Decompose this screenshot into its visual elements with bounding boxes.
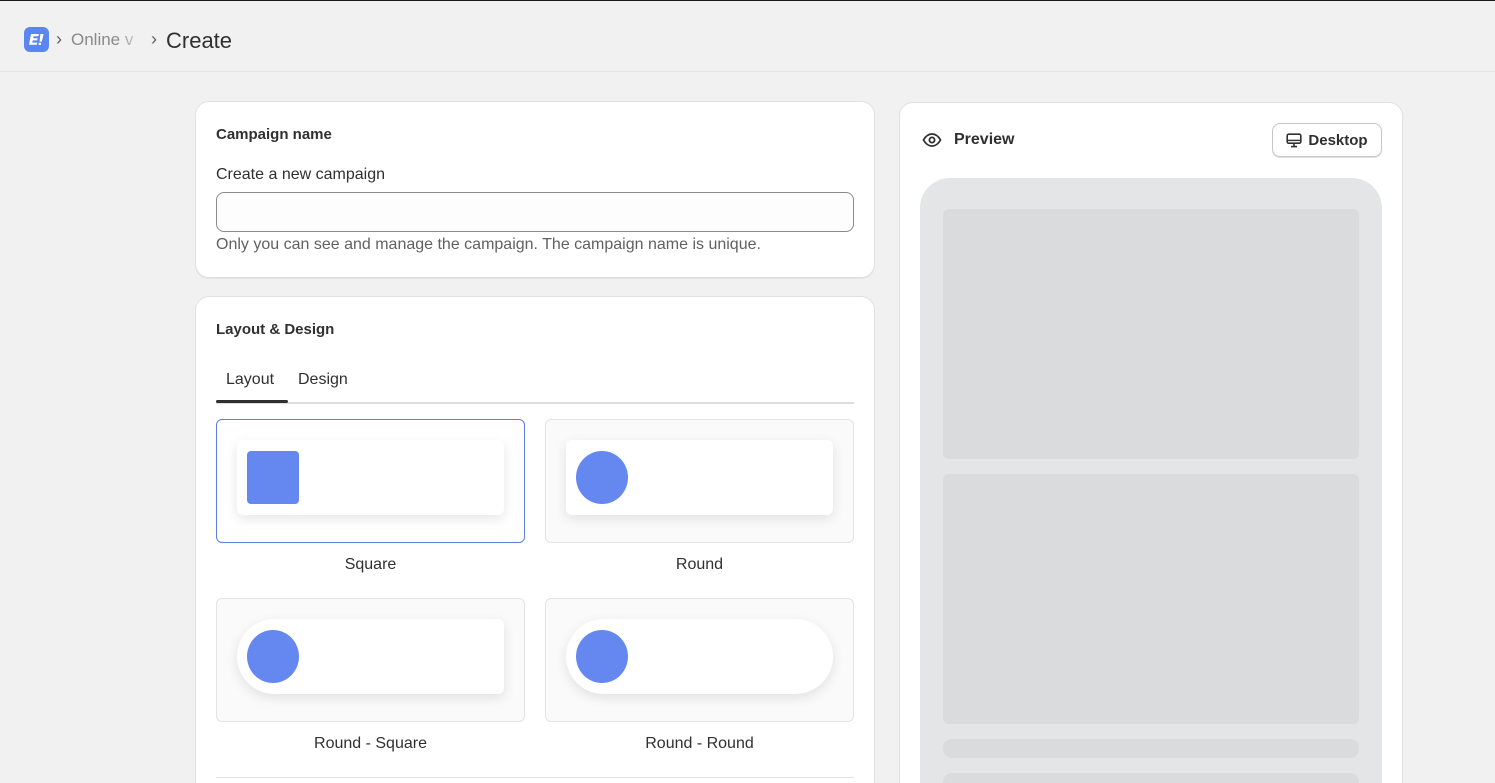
preview-card: Preview Desktop <box>899 102 1403 783</box>
desktop-icon <box>1286 132 1303 147</box>
campaign-name-help-text: Only you can see and manage the campaign… <box>216 236 761 253</box>
layout-preview-mock <box>237 440 504 515</box>
preview-placeholder-block <box>943 474 1359 724</box>
chevron-right-icon: › <box>151 29 157 49</box>
layout-option-square[interactable] <box>216 419 525 543</box>
app-logo-glyph <box>29 34 44 45</box>
layout-option-label: Round <box>675 556 724 573</box>
layout-design-title: Layout & Design <box>216 321 335 338</box>
layout-option-label: Square <box>344 556 397 573</box>
campaign-card-title: Campaign name <box>216 126 332 143</box>
image-thumb-circle <box>576 630 628 683</box>
section-divider <box>216 777 854 778</box>
campaign-name-input[interactable] <box>216 192 854 232</box>
campaign-name-label: Create a new campaign <box>216 166 385 183</box>
layout-preview-mock <box>237 619 504 694</box>
preview-frame <box>920 178 1382 783</box>
device-toggle-button[interactable]: Desktop <box>1272 123 1382 157</box>
layout-option-label: Round - Round <box>645 735 754 752</box>
layout-preview-mock <box>566 440 833 515</box>
layout-option-label: Round - Square <box>314 735 427 752</box>
page-title: Create <box>166 28 233 53</box>
breadcrumb-parent-link[interactable]: Online v <box>71 30 146 50</box>
top-bar: › Online v › Create <box>0 1 1495 72</box>
preview-title: Preview <box>954 131 1015 148</box>
eye-icon <box>922 133 942 147</box>
layout-option-round[interactable] <box>545 419 854 543</box>
preview-placeholder-line <box>943 773 1359 783</box>
preview-header: Preview <box>922 131 1014 149</box>
preview-placeholder-block <box>943 209 1359 459</box>
tab-layout[interactable]: Layout <box>226 371 274 389</box>
layout-design-tabs: Layout Design <box>216 357 854 404</box>
layout-design-card: Layout & Design Layout Design Square Rou… <box>195 296 875 783</box>
image-thumb-circle <box>247 630 299 683</box>
active-tab-indicator <box>216 400 288 403</box>
layout-option-round-square[interactable] <box>216 598 525 722</box>
preview-placeholder-line <box>943 739 1359 758</box>
image-thumb-circle <box>576 451 628 504</box>
image-thumb-square <box>247 451 299 504</box>
layout-option-round-round[interactable] <box>545 598 854 722</box>
app-logo-icon[interactable] <box>24 27 49 52</box>
layout-preview-mock <box>566 619 833 694</box>
campaign-name-card: Campaign name Create a new campaign Only… <box>195 101 875 278</box>
tab-design[interactable]: Design <box>298 371 348 389</box>
chevron-right-icon: › <box>56 29 62 49</box>
device-toggle-label: Desktop <box>1308 131 1368 149</box>
